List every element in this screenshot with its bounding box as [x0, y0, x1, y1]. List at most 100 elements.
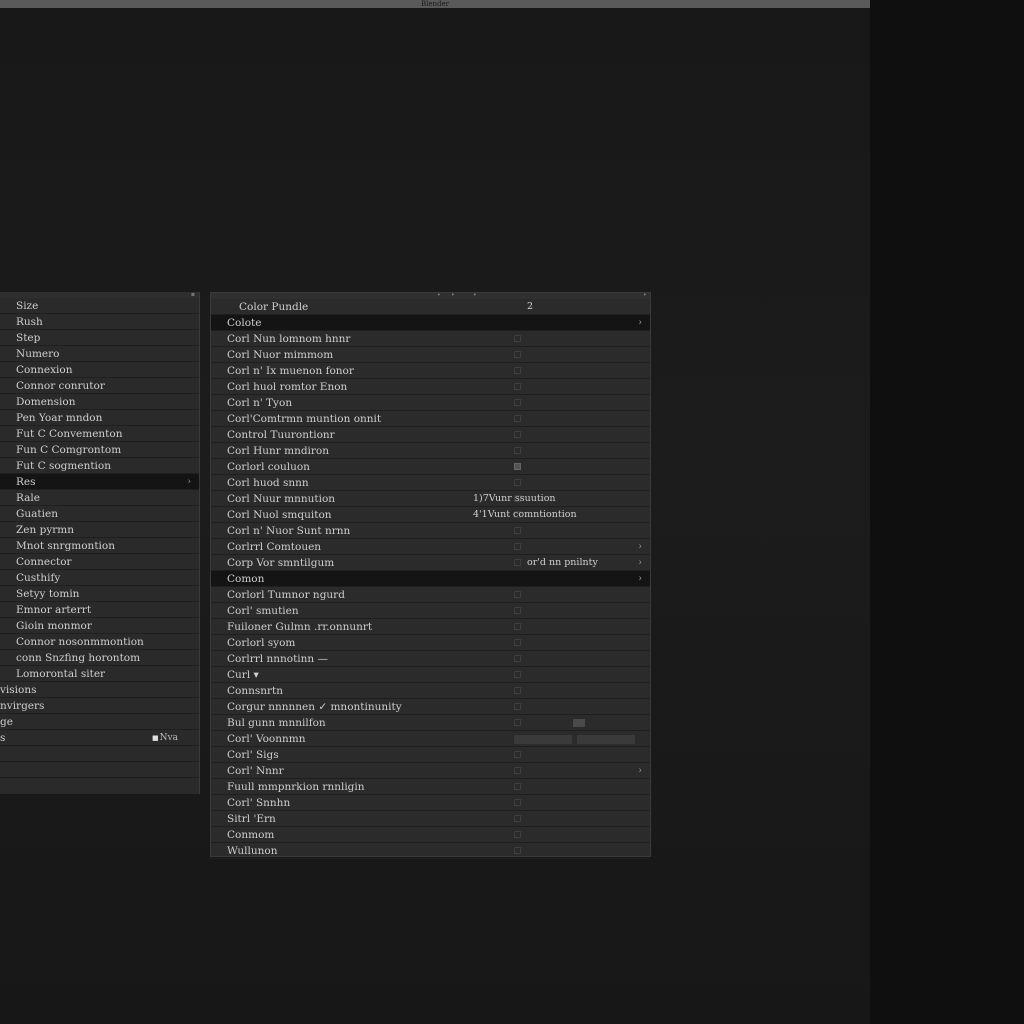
- menu-item[interactable]: Comon ›: [211, 571, 650, 587]
- checkbox-icon[interactable]: [514, 783, 521, 790]
- checkbox-icon[interactable]: [514, 447, 521, 454]
- menu-item[interactable]: Corl n' Ix muenon fonor: [211, 363, 650, 379]
- menu-item[interactable]: Corl' Snnhn: [211, 795, 650, 811]
- menu-item[interactable]: Pen Yoar mndon: [0, 410, 199, 426]
- checkbox-icon[interactable]: [514, 383, 521, 390]
- menu-item[interactable]: Corl huol romtor Enon: [211, 379, 650, 395]
- checkbox-icon[interactable]: [514, 591, 521, 598]
- menu-item[interactable]: Fut C sogmention: [0, 458, 199, 474]
- checkbox-icon[interactable]: [514, 751, 521, 758]
- menu-item[interactable]: Fun C Comgrontom: [0, 442, 199, 458]
- menu-item[interactable]: Wullunon: [211, 843, 650, 859]
- menu-item[interactable]: Sitrl 'Ern: [211, 811, 650, 827]
- checkbox-icon[interactable]: [514, 335, 521, 342]
- menu-item[interactable]: Mnot snrgmontion: [0, 538, 199, 554]
- menu-item[interactable]: ge: [0, 714, 199, 730]
- checkbox-icon[interactable]: [514, 687, 521, 694]
- menu-item[interactable]: Corlrrl nnnotinn —: [211, 651, 650, 667]
- checkbox-icon[interactable]: [514, 671, 521, 678]
- checkbox-icon[interactable]: [514, 847, 521, 854]
- checkbox-icon[interactable]: [514, 623, 521, 630]
- menu-item[interactable]: Setyy tomin: [0, 586, 199, 602]
- menu-item[interactable]: Corl' smutien: [211, 603, 650, 619]
- checkbox-icon[interactable]: [514, 703, 521, 710]
- menu-item[interactable]: Domension: [0, 394, 199, 410]
- menu-item[interactable]: Emnor arterrt: [0, 602, 199, 618]
- menu-item-label: Corlrrl Comtouen: [227, 541, 322, 553]
- checkbox-icon[interactable]: [514, 463, 521, 470]
- menu-item[interactable]: Colote ›: [211, 315, 650, 331]
- menu-item[interactable]: visions: [0, 682, 199, 698]
- menu-item[interactable]: Corlorl syom: [211, 635, 650, 651]
- menu-item[interactable]: Corl n' Nuor Sunt nrnn: [211, 523, 650, 539]
- checkbox-icon[interactable]: [514, 367, 521, 374]
- menu-item[interactable]: Step: [0, 330, 199, 346]
- menu-item[interactable]: Connor conrutor: [0, 378, 199, 394]
- checkbox-icon[interactable]: [514, 815, 521, 822]
- checkbox-icon[interactable]: [514, 415, 521, 422]
- menu-item[interactable]: Corl n' Tyon: [211, 395, 650, 411]
- menu-item[interactable]: Corl' Nnnr ›: [211, 763, 650, 779]
- checkbox-icon[interactable]: [514, 767, 521, 774]
- menu-item[interactable]: Corl huod snnn: [211, 475, 650, 491]
- checkbox-icon[interactable]: [514, 799, 521, 806]
- menu-item[interactable]: Custhify: [0, 570, 199, 586]
- checkbox-icon[interactable]: [514, 527, 521, 534]
- menu-item[interactable]: Corgur nnnnnen ✓ mnontinunity: [211, 699, 650, 715]
- menu-item[interactable]: Numero: [0, 346, 199, 362]
- menu-item[interactable]: [0, 762, 199, 778]
- menu-header[interactable]: Color Pundle 2: [211, 299, 650, 315]
- menu-item[interactable]: s Nva: [0, 730, 199, 746]
- menu-item[interactable]: Fuull mmpnrkion rnnligin: [211, 779, 650, 795]
- checkbox-icon[interactable]: [514, 479, 521, 486]
- menu-item[interactable]: Zen pyrmn: [0, 522, 199, 538]
- menu-item[interactable]: Corl Nuol smquiton 4'1Vunt comntiontion: [211, 507, 650, 523]
- menu-item[interactable]: Rush: [0, 314, 199, 330]
- checkbox-icon[interactable]: [514, 607, 521, 614]
- menu-item[interactable]: Res ›: [0, 474, 199, 490]
- checkbox-icon[interactable]: [514, 543, 521, 550]
- checkbox-icon[interactable]: [514, 431, 521, 438]
- color-swatch-icon[interactable]: [573, 719, 585, 727]
- menu-item[interactable]: [0, 746, 199, 762]
- checkbox-icon[interactable]: [514, 399, 521, 406]
- menu-item[interactable]: Size: [0, 298, 199, 314]
- checkbox-icon[interactable]: [514, 559, 521, 566]
- menu-item[interactable]: Connor nosonmmontion: [0, 634, 199, 650]
- menu-item-label: Colote: [227, 317, 262, 329]
- menu-item[interactable]: Curl ▾: [211, 667, 650, 683]
- checkbox-icon[interactable]: [514, 831, 521, 838]
- menu-item[interactable]: Connector: [0, 554, 199, 570]
- value-field[interactable]: [577, 735, 635, 744]
- menu-item[interactable]: Corl Hunr mndiron: [211, 443, 650, 459]
- menu-item[interactable]: Corl Nuur mnnution 1)7Vunr ssuution: [211, 491, 650, 507]
- menu-item[interactable]: Corlorl Tumnor ngurd: [211, 587, 650, 603]
- menu-item[interactable]: Corlorl couluon: [211, 459, 650, 475]
- value-field[interactable]: [514, 735, 572, 744]
- menu-item[interactable]: Guatien: [0, 506, 199, 522]
- checkbox-icon[interactable]: [514, 655, 521, 662]
- checkbox-icon[interactable]: [514, 351, 521, 358]
- menu-item[interactable]: Corl Nuor mimmom: [211, 347, 650, 363]
- checkbox-icon[interactable]: [514, 639, 521, 646]
- menu-item[interactable]: nvirgers: [0, 698, 199, 714]
- menu-item[interactable]: Corp Vor smntilgum or'd nn pnilnty ›: [211, 555, 650, 571]
- menu-item[interactable]: Corl Nun lomnom hnnr: [211, 331, 650, 347]
- menu-item[interactable]: Fuiloner Gulmn .rr.onnunrt: [211, 619, 650, 635]
- menu-item[interactable]: Control Tuurontionr: [211, 427, 650, 443]
- menu-item[interactable]: Corl' Voonnmn: [211, 731, 650, 747]
- menu-item[interactable]: Connexion: [0, 362, 199, 378]
- title-bar[interactable]: Blender: [0, 0, 870, 8]
- menu-item[interactable]: Fut C Convementon: [0, 426, 199, 442]
- menu-item[interactable]: Corl'Comtrmn muntion onnit: [211, 411, 650, 427]
- menu-item[interactable]: Conmom: [211, 827, 650, 843]
- checkbox-icon[interactable]: [514, 719, 521, 726]
- menu-item[interactable]: Corl' Sigs: [211, 747, 650, 763]
- menu-item[interactable]: Rale: [0, 490, 199, 506]
- menu-item[interactable]: Gioin monmor: [0, 618, 199, 634]
- menu-item[interactable]: Lomorontal siter: [0, 666, 199, 682]
- menu-item[interactable]: Connsnrtn: [211, 683, 650, 699]
- menu-item[interactable]: Corlrrl Comtouen ›: [211, 539, 650, 555]
- menu-item[interactable]: Bul gunn mnnilfon: [211, 715, 650, 731]
- menu-item[interactable]: conn Snzfing horontom: [0, 650, 199, 666]
